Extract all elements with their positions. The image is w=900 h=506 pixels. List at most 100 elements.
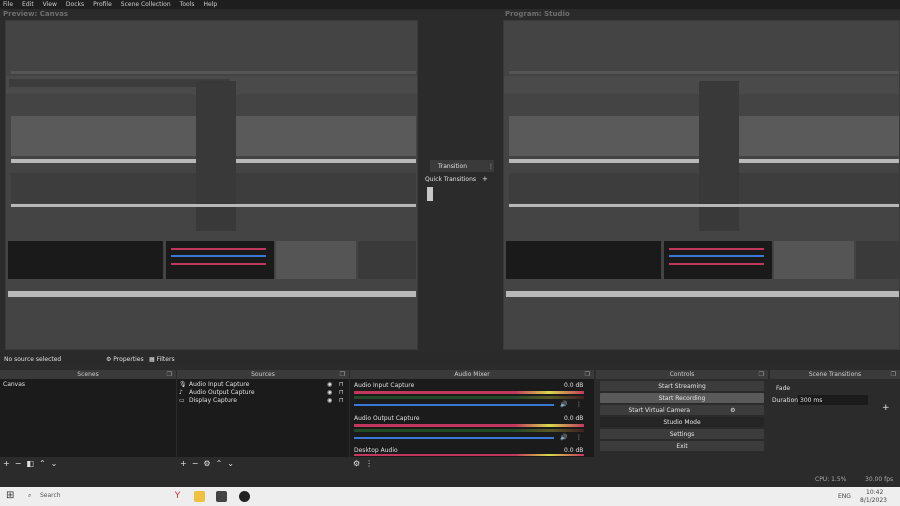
menu-docks[interactable]: Docks [66, 1, 84, 8]
lock-icon[interactable]: ⊓ [339, 397, 344, 404]
clock-date[interactable]: 8/1/2023 [860, 497, 887, 504]
undock-icon[interactable]: ❐ [585, 371, 590, 378]
mixer-channel: Audio Input Capture 0.0 dB 🔊 ⋮ [354, 382, 586, 412]
transition-slider-handle[interactable] [427, 187, 433, 201]
virtual-camera-label: Start Virtual Camera [628, 406, 691, 414]
transition-button[interactable]: Transition ⋮ [430, 160, 494, 172]
volume-meter [354, 454, 584, 456]
source-item[interactable]: ▭ Display Capture ◉ ⊓ [179, 397, 347, 405]
speaker-icon[interactable]: 🔊 [560, 401, 567, 408]
gear-icon[interactable]: ⚙ [203, 459, 210, 468]
lock-icon[interactable]: ⊓ [339, 389, 344, 396]
mixer-channels: Audio Input Capture 0.0 dB 🔊 ⋮ Audio Out… [350, 379, 594, 457]
speaker-icon[interactable]: 🔊 [560, 434, 567, 441]
undock-icon[interactable]: ❐ [167, 371, 172, 378]
eye-icon[interactable]: ◉ [327, 397, 332, 404]
scene-item[interactable]: Canvas [3, 381, 25, 388]
terminal-icon[interactable] [216, 491, 227, 502]
undock-icon[interactable]: ❐ [759, 371, 764, 378]
lock-icon[interactable]: ⊓ [339, 381, 344, 388]
taskbar: ⊞ ⌕ Search Y ENG 10:42 8/1/2023 [0, 487, 900, 506]
start-virtual-camera-button[interactable]: Start Virtual Camera ⚙ [600, 405, 764, 415]
mixer-toolbar: ⚙ ⋮ [350, 457, 594, 470]
menu-file[interactable]: File [3, 1, 13, 8]
kebab-icon[interactable]: ⋮ [488, 163, 494, 170]
search-box[interactable]: Search [40, 492, 61, 499]
properties-label: Properties [113, 356, 144, 363]
controls-buttons: Start Streaming Start Recording Start Vi… [596, 379, 768, 453]
move-up-icon[interactable]: ⌃ [216, 459, 223, 468]
move-down-icon[interactable]: ⌄ [227, 459, 234, 468]
clock-time[interactable]: 10:42 [866, 489, 883, 496]
kebab-icon[interactable]: ⋮ [365, 459, 373, 468]
duration-input[interactable]: 300 ms [798, 395, 868, 405]
volume-meter [354, 391, 584, 394]
eye-icon[interactable]: ◉ [327, 381, 332, 388]
transition-select[interactable]: Fade [776, 385, 790, 392]
volume-slider[interactable] [354, 404, 554, 406]
filters-label: Filters [156, 356, 175, 363]
source-name: Display Capture [189, 397, 237, 404]
plus-icon[interactable]: + [482, 175, 488, 183]
start-recording-button[interactable]: Start Recording [600, 393, 764, 403]
channel-name: Audio Output Capture [354, 415, 420, 422]
channel-name: Desktop Audio [354, 447, 398, 454]
menu-edit[interactable]: Edit [22, 1, 34, 8]
source-item[interactable]: 🎙 Audio Input Capture ◉ ⊓ [179, 381, 347, 389]
audio-mixer-dock: Audio Mixer ❐ Audio Input Capture 0.0 dB… [350, 370, 594, 470]
app-icon[interactable]: Y [172, 491, 183, 502]
source-item[interactable]: ♪ Audio Output Capture ◉ ⊓ [179, 389, 347, 397]
sources-header: Sources ❐ [177, 370, 349, 379]
windows-icon[interactable]: ⊞ [6, 490, 14, 501]
context-bar: No source selected ⚙ Properties ▦ Filter… [0, 352, 900, 366]
eye-icon[interactable]: ◉ [327, 389, 332, 396]
menu-scene-collection[interactable]: Scene Collection [121, 1, 171, 8]
search-icon[interactable]: ⌕ [28, 492, 31, 500]
menu-tools[interactable]: Tools [180, 1, 195, 8]
folder-icon[interactable] [194, 491, 205, 502]
obs-icon[interactable] [239, 491, 250, 502]
transitions-title: Scene Transitions [808, 371, 862, 378]
gear-icon[interactable]: ⚙ [730, 407, 735, 414]
volume-meter [354, 429, 584, 432]
cpu-status: CPU: 1.5% [815, 476, 847, 483]
plus-icon[interactable]: + [882, 403, 890, 413]
move-down-icon[interactable]: ⌄ [51, 459, 58, 468]
filters-button[interactable]: ▦ Filters [149, 356, 175, 363]
scenes-toolbar: + − ◧ ⌃ ⌄ [0, 457, 176, 470]
start-streaming-button[interactable]: Start Streaming [600, 381, 764, 391]
move-up-icon[interactable]: ⌃ [39, 459, 46, 468]
remove-scene-icon[interactable]: − [15, 459, 22, 468]
quick-transitions-label: Quick Transitions [425, 176, 477, 183]
sources-list[interactable]: 🎙 Audio Input Capture ◉ ⊓ ♪ Audio Output… [177, 379, 349, 457]
add-scene-icon[interactable]: + [3, 459, 10, 468]
transition-label: Transition [438, 163, 468, 170]
duration-label: Duration [772, 397, 799, 404]
kebab-icon[interactable]: ⋮ [576, 434, 582, 441]
add-source-icon[interactable]: + [180, 459, 187, 468]
menu-help[interactable]: Help [203, 1, 217, 8]
menu-profile[interactable]: Profile [93, 1, 112, 8]
undock-icon[interactable]: ❐ [340, 371, 345, 378]
controls-dock: Controls ❐ Start Streaming Start Recordi… [596, 370, 768, 470]
language-indicator[interactable]: ENG [838, 493, 851, 500]
properties-button[interactable]: ⚙ Properties [106, 356, 144, 363]
kebab-icon[interactable]: ⋮ [576, 401, 582, 408]
volume-meter [354, 396, 584, 399]
undock-icon[interactable]: ❐ [891, 371, 896, 378]
volume-slider[interactable] [354, 437, 554, 439]
scenes-list[interactable]: Canvas [0, 379, 176, 457]
channel-db: 0.0 dB [564, 382, 584, 389]
duration-value: 300 ms [800, 397, 823, 404]
no-source-label: No source selected [4, 356, 62, 363]
source-name: Audio Input Capture [189, 381, 250, 388]
sources-toolbar: + − ⚙ ⌃ ⌄ [177, 457, 349, 470]
preview-canvas[interactable] [5, 20, 418, 350]
settings-button[interactable]: Settings [600, 429, 764, 439]
studio-mode-button[interactable]: Studio Mode [600, 417, 764, 427]
remove-source-icon[interactable]: − [192, 459, 199, 468]
menu-view[interactable]: View [43, 1, 57, 8]
filter-icon[interactable]: ◧ [26, 459, 34, 468]
gear-icon[interactable]: ⚙ [353, 459, 360, 468]
exit-button[interactable]: Exit [600, 441, 764, 451]
